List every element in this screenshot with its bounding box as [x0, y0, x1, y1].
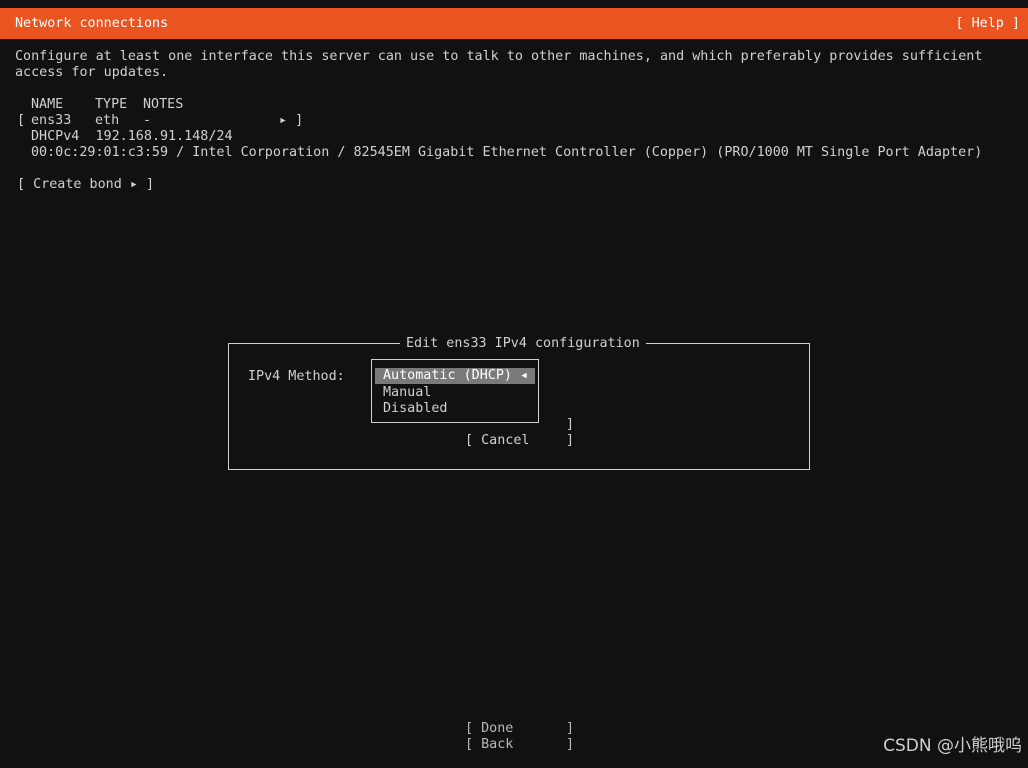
- option-automatic-dhcp[interactable]: Automatic (DHCP) ◂: [375, 368, 535, 384]
- page-title: Network connections: [15, 16, 169, 31]
- interface-dhcp-info: DHCPv4 192.168.91.148/24: [31, 129, 233, 144]
- column-header-name: NAME: [31, 97, 64, 112]
- stray-bracket: ]: [566, 417, 575, 432]
- dialog-title: Edit ens33 IPv4 configuration: [400, 336, 646, 352]
- column-header-notes: NOTES: [143, 97, 184, 112]
- row-open-bracket: [: [17, 113, 26, 128]
- interface-menu-arrow[interactable]: ▸ ]: [279, 113, 303, 129]
- interface-hardware-info: 00:0c:29:01:c3:59 / Intel Corporation / …: [31, 145, 983, 160]
- description-line-2: access for updates.: [15, 65, 169, 80]
- done-button-label: [ Done: [465, 721, 514, 736]
- interface-name: ens33: [31, 113, 72, 128]
- option-manual[interactable]: Manual: [383, 385, 431, 401]
- column-header-type: TYPE: [95, 97, 128, 112]
- header-bar: Network connections [ Help ]: [0, 8, 1028, 39]
- help-button[interactable]: [ Help ]: [956, 16, 1021, 32]
- watermark: CSDN @小熊哦呜: [883, 736, 1022, 756]
- interface-type: eth: [95, 113, 120, 128]
- create-bond-button[interactable]: [ Create bond ▸ ]: [17, 177, 154, 193]
- back-button-label: [ Back: [465, 737, 514, 752]
- option-disabled[interactable]: Disabled: [383, 401, 448, 417]
- cancel-button-label: [ Cancel: [465, 433, 530, 448]
- interface-notes: -: [143, 113, 152, 128]
- done-button-bracket: ]: [566, 721, 575, 736]
- ipv4-method-label: IPv4 Method:: [248, 369, 345, 384]
- ipv4-method-dropdown[interactable]: Automatic (DHCP) ◂ Manual Disabled: [371, 359, 539, 423]
- cancel-button-bracket: ]: [566, 433, 575, 448]
- description-line-1: Configure at least one interface this se…: [15, 49, 983, 64]
- back-button-bracket: ]: [566, 737, 575, 752]
